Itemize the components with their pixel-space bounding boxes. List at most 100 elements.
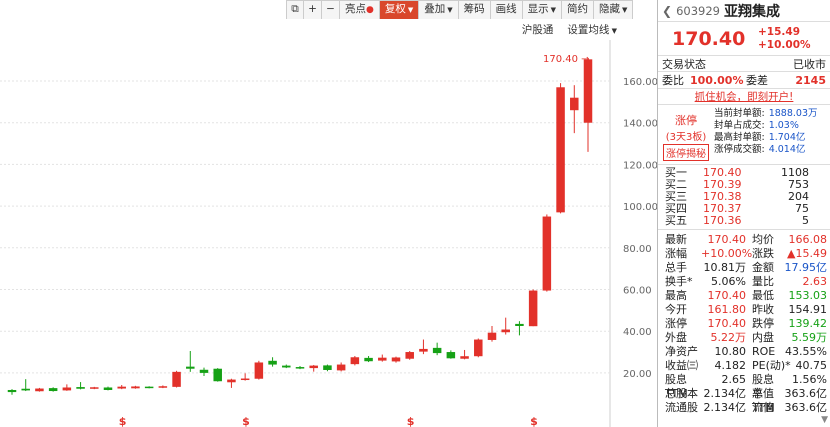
limit-up-days: (3天3板) <box>665 131 707 143</box>
limit-detail-value: 4.014亿 <box>768 144 806 155</box>
limit-up-details: 当前封单额: 1888.03万 封单占成交: 1.03% 最高封单额: 1.704亿 涨停成… <box>714 108 830 164</box>
candle-body <box>460 356 469 359</box>
hide-button[interactable]: 隐藏 ▼ <box>594 0 634 19</box>
stat-value: 363.6亿 <box>784 387 828 400</box>
kline-chart-area[interactable]: ⧉ + − 亮点● 复权 ▼ 叠加 ▼ 筹码 画线 显示 ▼ 简约 隐藏 ▼ 沪股通 设… <box>0 0 657 427</box>
chart-toolbar: ⧉ + − 亮点● 复权 ▼ 叠加 ▼ 筹码 画线 显示 ▼ 简约 隐藏 ▼ <box>286 0 634 19</box>
stat-row: 外盘 5.22万 内盘 5.59万 <box>658 331 830 345</box>
overlay-button[interactable]: 叠加 ▼ <box>419 0 459 19</box>
candle-body <box>240 378 250 381</box>
stat-value: 170.40 <box>707 233 747 246</box>
stat-row: 总股本 2.134亿 总值 363.6亿 <box>658 387 830 401</box>
stat-label: 股息TTM <box>665 373 688 400</box>
quote-panel: ❮ 603929 亚翔集成 170.40 +15.49 +10.00% 交易状态… <box>657 0 830 427</box>
weibi-label: 委比 <box>662 74 684 87</box>
scroll-down-icon[interactable]: ▼ <box>821 415 828 425</box>
candle-body <box>35 388 44 392</box>
limit-up-reveal-button[interactable]: 涨停揭秘 <box>663 143 709 161</box>
stock-name: 亚翔集成 <box>723 3 780 20</box>
limit-detail-value: 1.03% <box>768 120 799 131</box>
y-tick-label: 160.00 <box>623 77 657 88</box>
candle-body <box>309 365 318 369</box>
stat-row: 今开 161.80 昨收 154.91 <box>658 303 830 317</box>
candle-body <box>419 348 428 352</box>
stat-value: 2.65 <box>721 373 747 386</box>
stat-row: 流通股 2.134亿 流值 363.6亿 <box>658 401 830 415</box>
candle-body <box>103 387 113 390</box>
dividend-marker: $ <box>119 415 127 427</box>
zoom-out-icon[interactable]: − <box>322 0 340 19</box>
open-account-link[interactable]: 抓住机会，即刻开户! <box>658 89 830 105</box>
stat-label: 量比 <box>752 275 774 288</box>
stat-value: 10.81万 <box>703 261 747 274</box>
candle-body <box>364 357 373 362</box>
copy-icon[interactable]: ⧉ <box>286 0 304 19</box>
stat-value: 1.56% <box>792 373 827 386</box>
candle-body <box>378 357 387 361</box>
candle-body <box>144 386 154 389</box>
stat-value: 17.95亿 <box>784 261 828 274</box>
highlight-button[interactable]: 亮点● <box>340 0 380 19</box>
limit-detail-label: 封单占成交: <box>714 120 765 131</box>
chips-button[interactable]: 筹码 <box>458 0 491 19</box>
stat-value: 139.42 <box>788 317 828 330</box>
back-arrow-icon[interactable]: ❮ <box>662 4 672 18</box>
candle-body <box>405 352 414 359</box>
ma-settings-button[interactable]: 设置均线 ▼ <box>567 22 617 37</box>
trade-status-row: 交易状态 已收市 <box>658 56 830 72</box>
stat-label: 总手 <box>665 261 687 274</box>
stat-row: 换手* 5.06% 量比 2.63 <box>658 275 830 289</box>
display-button[interactable]: 显示 ▼ <box>522 0 563 19</box>
stat-value: 363.6亿 <box>784 401 828 414</box>
stat-row: 最新 170.40 均价 166.08 <box>658 233 830 247</box>
candle-body <box>117 386 126 389</box>
stat-value: 170.40 <box>707 317 747 330</box>
candle-body <box>7 389 17 393</box>
stat-value: 5.59万 <box>791 331 828 344</box>
draw-line-button[interactable]: 画线 <box>490 0 523 19</box>
trade-status-value: 已收市 <box>793 57 826 71</box>
zoom-in-icon[interactable]: + <box>304 0 322 19</box>
stat-label: 内盘 <box>752 331 774 344</box>
stat-label: 今开 <box>665 303 687 316</box>
candle-body <box>432 347 442 354</box>
stat-label: 股息率TTM <box>752 373 775 414</box>
candle-body <box>199 369 209 373</box>
stat-label: PE(动)* <box>752 359 791 372</box>
candle-body <box>556 87 565 213</box>
candle-body <box>227 379 236 383</box>
stat-label: 最新 <box>665 233 687 246</box>
candlestick-chart[interactable]: 20.00 40.00 60.00 80.00 100.00 120.00 140.00 16… <box>0 40 657 427</box>
change-box: +15.49 +10.00% <box>758 26 811 52</box>
stat-label: 总股本 <box>665 387 698 400</box>
candle-body <box>21 388 30 391</box>
candle-body <box>542 216 552 291</box>
limit-detail-value: 1888.03万 <box>768 108 818 119</box>
stock-code: 603929 <box>676 3 720 18</box>
candle-body <box>268 360 277 365</box>
limit-up-box: 涨停 (3天3板) 涨停揭秘 当前封单额: 1888.03万 封单占成交: 1.03%… <box>658 105 830 165</box>
y-tick-label: 60.00 <box>623 286 652 297</box>
stat-value: 5.06% <box>711 275 746 288</box>
candle-body <box>501 329 510 333</box>
price-change: +15.49 <box>758 25 801 38</box>
candle-body <box>323 365 332 370</box>
limit-detail-label: 当前封单额: <box>714 108 765 119</box>
candle-body <box>336 364 346 371</box>
limit-detail-label: 最高封单额: <box>714 132 765 143</box>
stat-label: 最低 <box>752 289 774 302</box>
candle-body <box>254 362 264 379</box>
limit-detail-label: 涨停成交额: <box>714 144 765 155</box>
hgt-label[interactable]: 沪股通 <box>522 22 554 37</box>
candle-body <box>172 371 181 387</box>
stat-label: 换手* <box>665 275 693 288</box>
adjust-button[interactable]: 复权 ▼ <box>379 0 420 19</box>
candle-body <box>186 366 195 369</box>
stat-label: 均价 <box>752 233 774 246</box>
stat-label: 流通股 <box>665 401 698 414</box>
simple-button[interactable]: 简约 <box>562 0 595 19</box>
stat-value: 40.75 <box>795 359 828 372</box>
y-tick-label: 20.00 <box>623 369 652 380</box>
stat-label: 昨收 <box>752 303 774 316</box>
bid-row[interactable]: 买五 170.36 5 <box>658 215 830 227</box>
